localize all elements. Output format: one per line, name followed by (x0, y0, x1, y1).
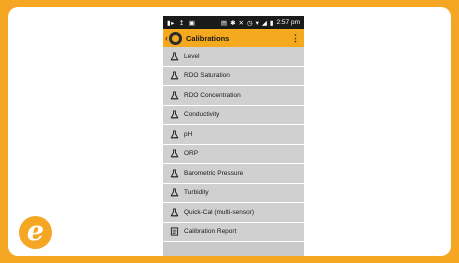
flask-icon (169, 51, 179, 61)
list-item-level[interactable]: Level (163, 47, 304, 67)
flask-icon (169, 188, 179, 198)
list-item-label: RDO Saturation (184, 72, 230, 80)
video-icon: ▮▸ (167, 19, 175, 27)
bluetooth-icon: ✱ (230, 19, 236, 27)
alarm-icon: ◷ (246, 19, 253, 27)
list-item-orp[interactable]: ORP (163, 144, 304, 164)
phone-screen: ▮▸ ↥ ▣ ▤ ✱ ✕ ◷ ▾ ◢ ▮ 2:57 pm ‹ Calibrati… (163, 16, 304, 256)
flask-icon (169, 149, 179, 159)
list-item-rdo-saturation[interactable]: RDO Saturation (163, 66, 304, 86)
mute-icon: ✕ (238, 19, 244, 27)
list-item-conductivity[interactable]: Conductivity (163, 105, 304, 125)
list-item-label: Calibration Report (184, 228, 237, 236)
upload-icon: ↥ (178, 19, 185, 27)
status-left-icons: ▮▸ ↥ ▣ (167, 19, 195, 27)
flask-icon (169, 207, 179, 217)
wifi-icon: ▾ (255, 19, 259, 27)
list-item-label: Conductivity (184, 111, 220, 119)
status-right-icons: ▤ ✱ ✕ ◷ ▾ ◢ ▮ 2:57 pm (221, 19, 300, 27)
flask-icon (169, 168, 179, 178)
list-item-label: Barometric Pressure (184, 169, 244, 177)
overflow-menu-icon[interactable]: ⋮ (291, 33, 300, 43)
flask-icon (169, 71, 179, 81)
list-item-label: Turbidity (184, 189, 209, 197)
app-toolbar: ‹ Calibrations ⋮ (163, 29, 304, 47)
list-item-label: ORP (184, 150, 199, 158)
list-item-calibration-report[interactable]: Calibration Report (163, 222, 304, 242)
chevron-left-icon[interactable]: ‹ (165, 33, 168, 43)
list-item-label: Level (184, 52, 200, 60)
flask-icon (169, 110, 179, 120)
list-item-rdo-concentration[interactable]: RDO Concentration (163, 86, 304, 106)
signal-icon: ◢ (261, 19, 267, 27)
image-icon: ▣ (188, 19, 196, 27)
slide-frame: e ▮▸ ↥ ▣ ▤ ✱ ✕ ◷ ▾ ◢ ▮ 2:57 pm ‹ Calibra… (0, 0, 459, 263)
app-logo-icon[interactable] (169, 31, 182, 45)
list-item-label: pH (184, 130, 193, 138)
list-item-label: Quick-Cal (multi-sensor) (184, 208, 255, 216)
battery-icon: ▮ (269, 19, 274, 27)
list-item-ph[interactable]: pH (163, 125, 304, 145)
list-item-barometric-pressure[interactable]: Barometric Pressure (163, 164, 304, 184)
status-time: 2:57 pm (276, 19, 301, 26)
report-icon (169, 227, 179, 237)
brand-logo: e (19, 216, 52, 249)
list-item-label: RDO Concentration (184, 91, 241, 99)
list-item-turbidity[interactable]: Turbidity (163, 183, 304, 203)
flask-icon (169, 90, 179, 100)
flask-icon (169, 129, 179, 139)
list-item-quick-cal[interactable]: Quick-Cal (multi-sensor) (163, 203, 304, 223)
sim-icon: ▤ (220, 19, 228, 27)
status-bar: ▮▸ ↥ ▣ ▤ ✱ ✕ ◷ ▾ ◢ ▮ 2:57 pm (163, 16, 304, 29)
page-title: Calibrations (186, 33, 230, 43)
calibration-list: Level RDO Saturation RDO Concentration C… (163, 47, 304, 242)
